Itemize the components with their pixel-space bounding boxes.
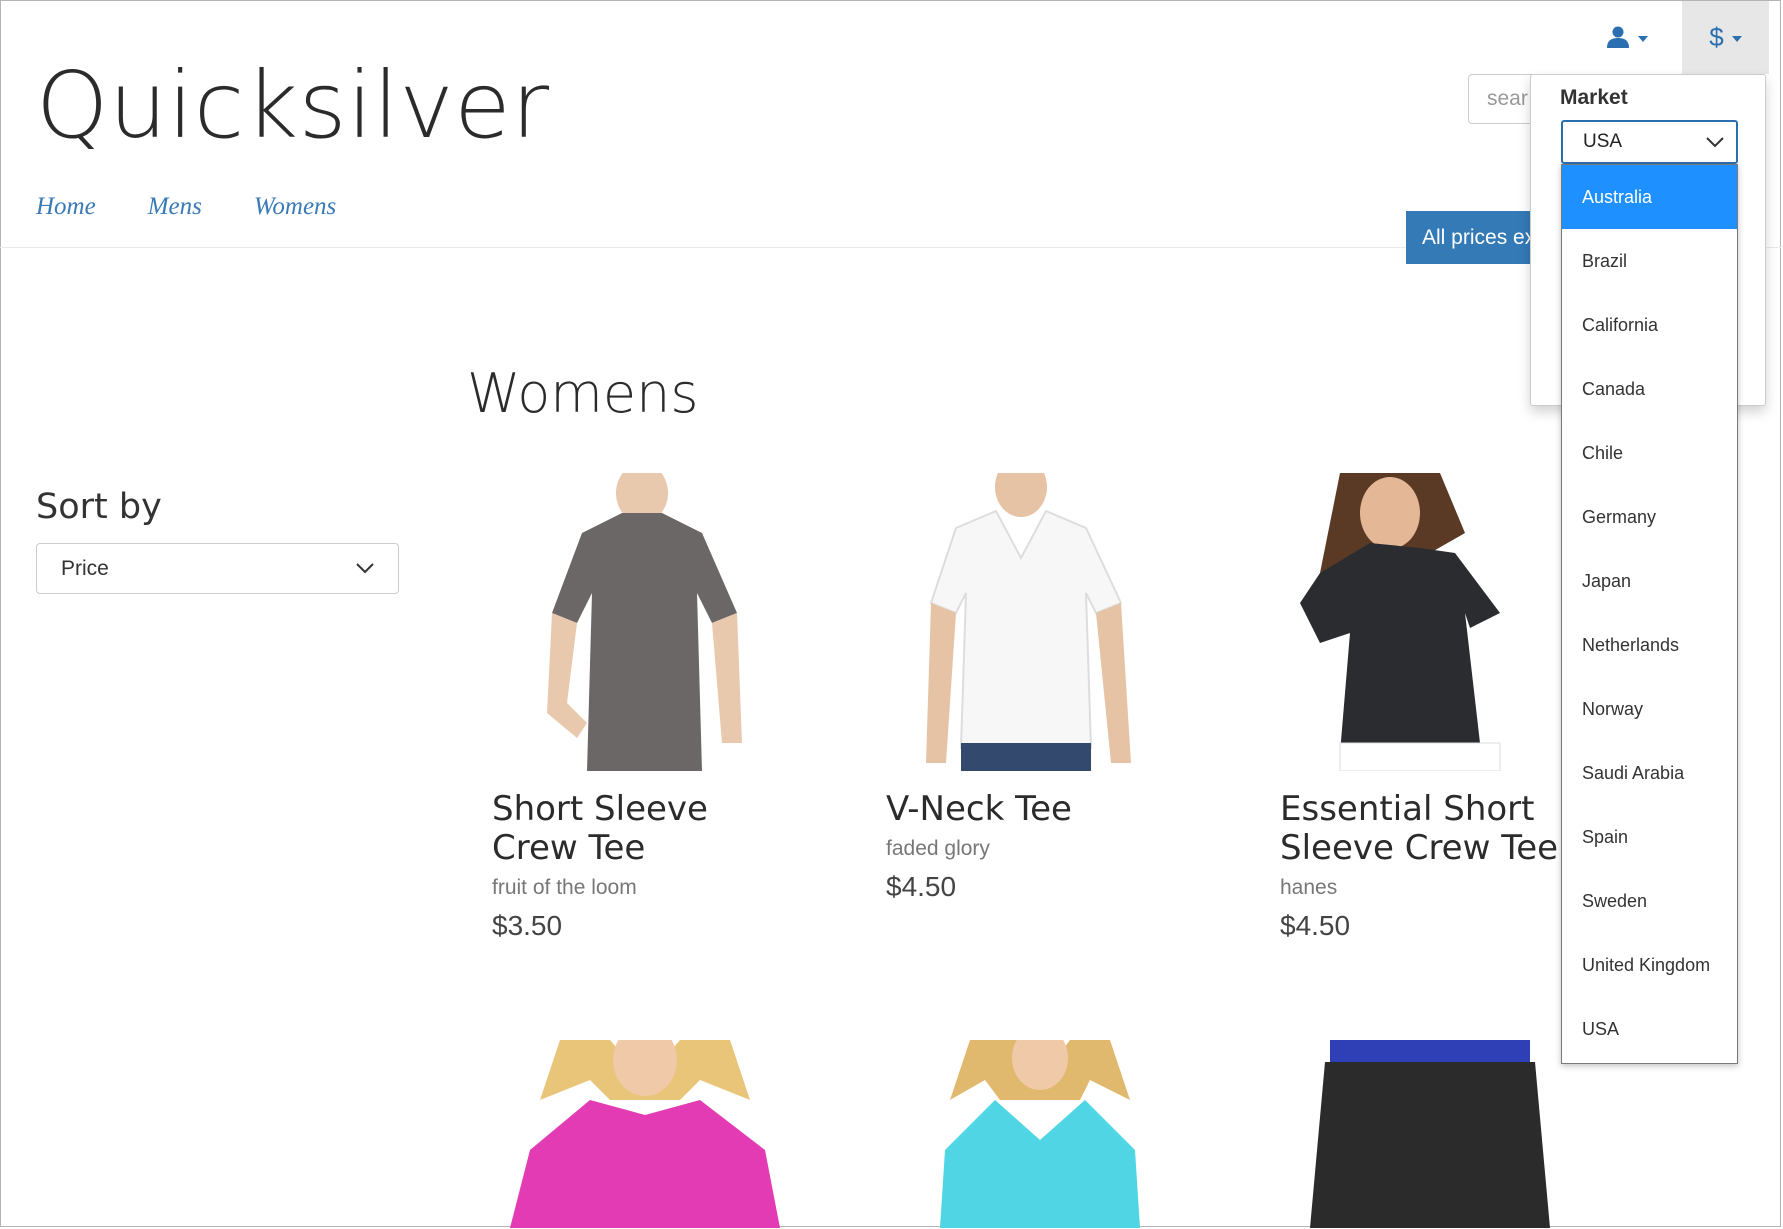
market-option-canada[interactable]: Canada bbox=[1562, 357, 1737, 421]
product-image[interactable] bbox=[930, 1040, 1150, 1228]
nav-home[interactable]: Home bbox=[36, 193, 96, 221]
site-logo[interactable]: Quicksilver bbox=[36, 52, 550, 159]
main-nav: Home Mens Womens bbox=[36, 193, 336, 221]
market-option-california[interactable]: California bbox=[1562, 293, 1737, 357]
market-option-sweden[interactable]: Sweden bbox=[1562, 869, 1737, 933]
nav-womens[interactable]: Womens bbox=[254, 193, 336, 221]
product-card[interactable]: Short Sleeve Crew Tee fruit of the loom $… bbox=[492, 463, 822, 942]
market-option-australia[interactable]: Australia bbox=[1562, 165, 1737, 229]
market-select-value: USA bbox=[1583, 131, 1623, 152]
caret-down-icon bbox=[1638, 35, 1648, 42]
market-option-chile[interactable]: Chile bbox=[1562, 421, 1737, 485]
product-price: $3.50 bbox=[492, 910, 563, 941]
market-option-brazil[interactable]: Brazil bbox=[1562, 229, 1737, 293]
sort-select[interactable]: Price bbox=[36, 543, 399, 594]
market-option-germany[interactable]: Germany bbox=[1562, 485, 1737, 549]
chevron-down-icon bbox=[356, 563, 374, 574]
product-image[interactable] bbox=[886, 457, 1186, 771]
market-option-japan[interactable]: Japan bbox=[1562, 549, 1737, 613]
product-brand: fruit of the loom bbox=[492, 876, 637, 899]
market-option-united-kingdom[interactable]: United Kingdom bbox=[1562, 933, 1737, 997]
user-icon bbox=[1607, 26, 1629, 48]
market-option-netherlands[interactable]: Netherlands bbox=[1562, 613, 1737, 677]
caret-down-icon bbox=[1731, 36, 1742, 42]
product-name[interactable]: Short Sleeve Crew Tee bbox=[492, 790, 822, 868]
sort-label: Sort by bbox=[36, 487, 162, 527]
market-options-list: Australia Brazil California Canada Chile… bbox=[1561, 164, 1738, 1064]
market-option-usa[interactable]: USA bbox=[1562, 997, 1737, 1061]
market-option-norway[interactable]: Norway bbox=[1562, 677, 1737, 741]
product-card[interactable]: V-Neck Tee faded glory $4.50 bbox=[886, 457, 1216, 903]
product-image[interactable] bbox=[500, 1040, 790, 1228]
product-image[interactable] bbox=[492, 463, 792, 771]
product-brand: faded glory bbox=[886, 837, 990, 860]
market-select[interactable]: USA bbox=[1561, 120, 1738, 164]
market-option-saudi-arabia[interactable]: Saudi Arabia bbox=[1562, 741, 1737, 805]
product-name[interactable]: V-Neck Tee bbox=[886, 790, 1216, 829]
currency-symbol: $ bbox=[1709, 22, 1724, 52]
page-title: Womens bbox=[467, 362, 699, 425]
currency-menu-button[interactable]: $ bbox=[1682, 1, 1769, 74]
market-option-spain[interactable]: Spain bbox=[1562, 805, 1737, 869]
market-label: Market bbox=[1560, 86, 1628, 109]
chevron-down-icon bbox=[1706, 136, 1724, 147]
sort-value: Price bbox=[61, 556, 109, 580]
account-menu-button[interactable] bbox=[1597, 12, 1657, 62]
product-price: $4.50 bbox=[886, 871, 957, 902]
product-image[interactable] bbox=[1305, 1040, 1555, 1228]
product-image[interactable] bbox=[1280, 473, 1580, 772]
nav-mens[interactable]: Mens bbox=[148, 193, 202, 221]
